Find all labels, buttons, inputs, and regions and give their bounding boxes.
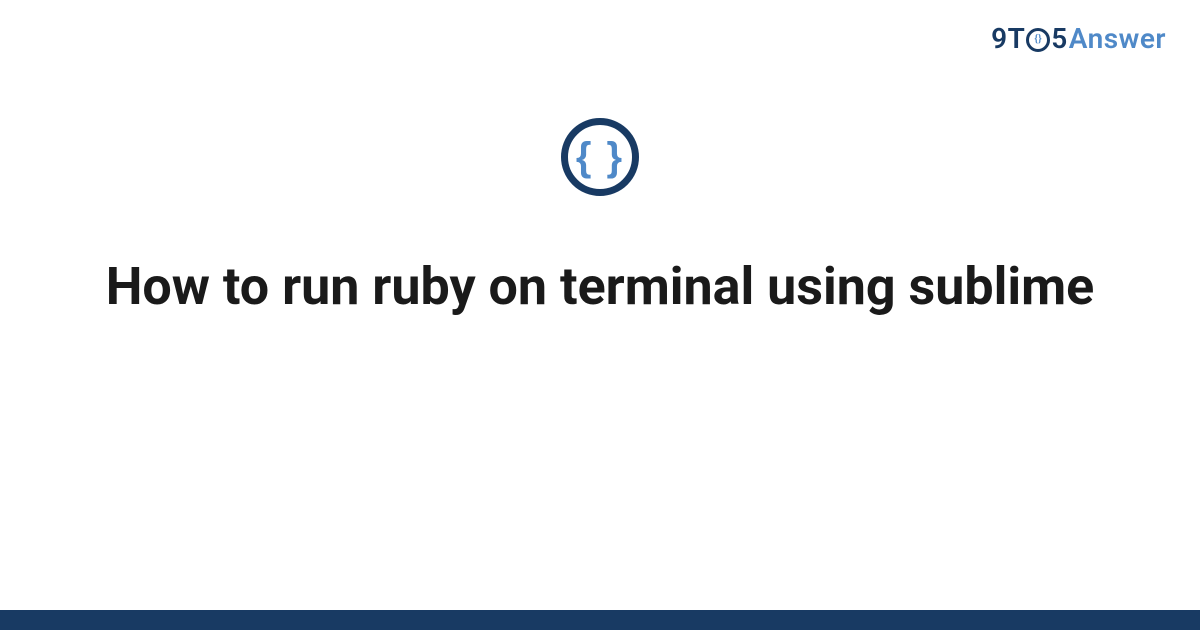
main-content: { } How to run ruby on terminal using su… xyxy=(0,118,1200,319)
brand-text-answer: Answer xyxy=(1069,22,1166,55)
brand-circle-inner-glyph: {} xyxy=(1035,35,1043,45)
brand-circle-icon: {} xyxy=(1026,28,1050,52)
code-braces-icon: { } xyxy=(561,118,639,196)
brand-logo: 9T {} 5 Answer xyxy=(991,22,1166,55)
footer-bar xyxy=(0,610,1200,630)
braces-glyph: { } xyxy=(576,137,624,177)
brand-text-5: 5 xyxy=(1051,22,1068,55)
brand-text-9t: 9T xyxy=(991,22,1025,55)
page-title: How to run ruby on terminal using sublim… xyxy=(106,254,1095,319)
